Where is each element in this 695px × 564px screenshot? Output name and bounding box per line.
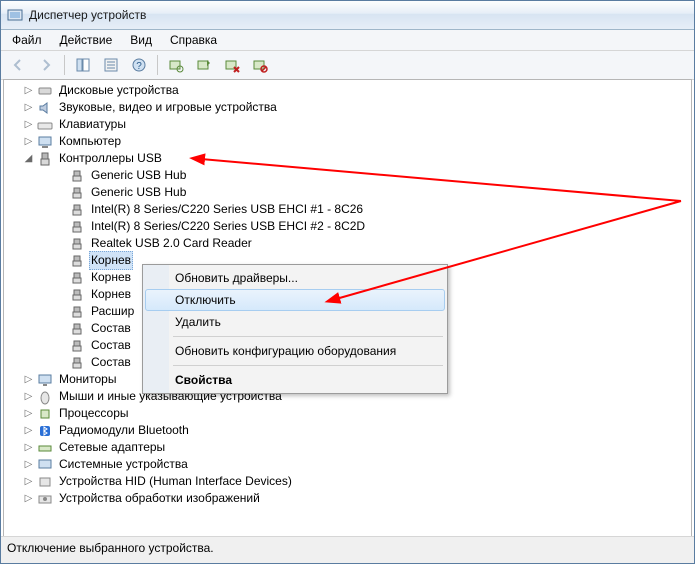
- menu-action[interactable]: Действие: [53, 31, 120, 49]
- status-bar: Отключение выбранного устройства.: [1, 536, 694, 563]
- show-hide-tree-button[interactable]: [70, 52, 96, 78]
- tree-node-keyboards[interactable]: ▷Клавиатуры: [8, 116, 691, 133]
- ctx-separator: [173, 336, 443, 337]
- tree-node-usb-child[interactable]: ·Intel(R) 8 Series/C220 Series USB EHCI …: [8, 201, 691, 218]
- titlebar: Диспетчер устройств: [1, 1, 694, 30]
- ctx-separator: [173, 365, 443, 366]
- computer-icon: [37, 134, 53, 150]
- svg-text:?: ?: [136, 61, 142, 72]
- toolbar-sep: [64, 55, 65, 75]
- toolbar: ?: [1, 51, 694, 80]
- hid-icon: [37, 474, 53, 490]
- collapse-icon[interactable]: ◢: [22, 152, 35, 165]
- tree-node-usb-controllers[interactable]: ◢Контроллеры USB: [8, 150, 691, 167]
- menu-help[interactable]: Справка: [163, 31, 224, 49]
- update-driver-button[interactable]: [191, 52, 217, 78]
- app-icon: [7, 7, 23, 23]
- keyboard-icon: [37, 117, 53, 133]
- tree-node-system-devices[interactable]: ▷Системные устройства: [8, 456, 691, 473]
- properties-button[interactable]: [98, 52, 124, 78]
- help-button[interactable]: ?: [126, 52, 152, 78]
- tree-node-audio[interactable]: ▷Звуковые, видео и игровые устройства: [8, 99, 691, 116]
- usb-device-icon: [69, 202, 85, 218]
- toolbar-sep: [157, 55, 158, 75]
- context-menu: Обновить драйверы... Отключить Удалить О…: [142, 264, 448, 394]
- disable-button[interactable]: [247, 52, 273, 78]
- menubar: Файл Действие Вид Справка: [1, 30, 694, 51]
- scan-hardware-button[interactable]: [163, 52, 189, 78]
- ctx-update-drivers[interactable]: Обновить драйверы...: [145, 267, 445, 289]
- tree-node-hid[interactable]: ▷Устройства HID (Human Interface Devices…: [8, 473, 691, 490]
- tree-node-cpus[interactable]: ▷Процессоры: [8, 405, 691, 422]
- nav-back-button[interactable]: [5, 52, 31, 78]
- monitor-icon: [37, 372, 53, 388]
- window-title: Диспетчер устройств: [29, 8, 146, 22]
- menu-file[interactable]: Файл: [5, 31, 49, 49]
- tree-node-disks[interactable]: ▷Дисковые устройства: [8, 82, 691, 99]
- uninstall-button[interactable]: [219, 52, 245, 78]
- tree-node-computer[interactable]: ▷Компьютер: [8, 133, 691, 150]
- status-text: Отключение выбранного устройства.: [7, 541, 214, 555]
- tree-node-network[interactable]: ▷Сетевые адаптеры: [8, 439, 691, 456]
- tree-node-usb-child[interactable]: ·Realtek USB 2.0 Card Reader: [8, 235, 691, 252]
- mouse-icon: [37, 389, 53, 405]
- usb-device-icon: [69, 185, 85, 201]
- usb-device-icon: [69, 270, 85, 286]
- cpu-icon: [37, 406, 53, 422]
- ctx-delete[interactable]: Удалить: [145, 311, 445, 333]
- usb-device-icon: [69, 304, 85, 320]
- tree-node-bluetooth[interactable]: ▷Радиомодули Bluetooth: [8, 422, 691, 439]
- usb-device-icon: [69, 219, 85, 235]
- usb-icon: [37, 151, 53, 167]
- tree-node-usb-child[interactable]: ·Intel(R) 8 Series/C220 Series USB EHCI …: [8, 218, 691, 235]
- menu-view[interactable]: Вид: [123, 31, 159, 49]
- device-manager-window: Диспетчер устройств Файл Действие Вид Сп…: [0, 0, 695, 564]
- bluetooth-icon: [37, 423, 53, 439]
- tree-node-usb-child[interactable]: ·Generic USB Hub: [8, 184, 691, 201]
- usb-device-icon: [69, 168, 85, 184]
- ctx-scan-hardware[interactable]: Обновить конфигурацию оборудования: [145, 340, 445, 362]
- disk-icon: [37, 83, 53, 99]
- usb-device-icon: [69, 287, 85, 303]
- tree-node-usb-child[interactable]: ·Generic USB Hub: [8, 167, 691, 184]
- usb-device-icon: [69, 321, 85, 337]
- tree-node-imaging[interactable]: ▷Устройства обработки изображений: [8, 490, 691, 507]
- usb-device-icon: [69, 236, 85, 252]
- network-icon: [37, 440, 53, 456]
- ctx-disable[interactable]: Отключить: [145, 289, 445, 311]
- imaging-icon: [37, 491, 53, 507]
- ctx-properties[interactable]: Свойства: [145, 369, 445, 391]
- system-icon: [37, 457, 53, 473]
- usb-device-icon: [69, 355, 85, 371]
- usb-device-icon: [69, 253, 85, 269]
- audio-icon: [37, 100, 53, 116]
- usb-device-icon: [69, 338, 85, 354]
- nav-fwd-button[interactable]: [33, 52, 59, 78]
